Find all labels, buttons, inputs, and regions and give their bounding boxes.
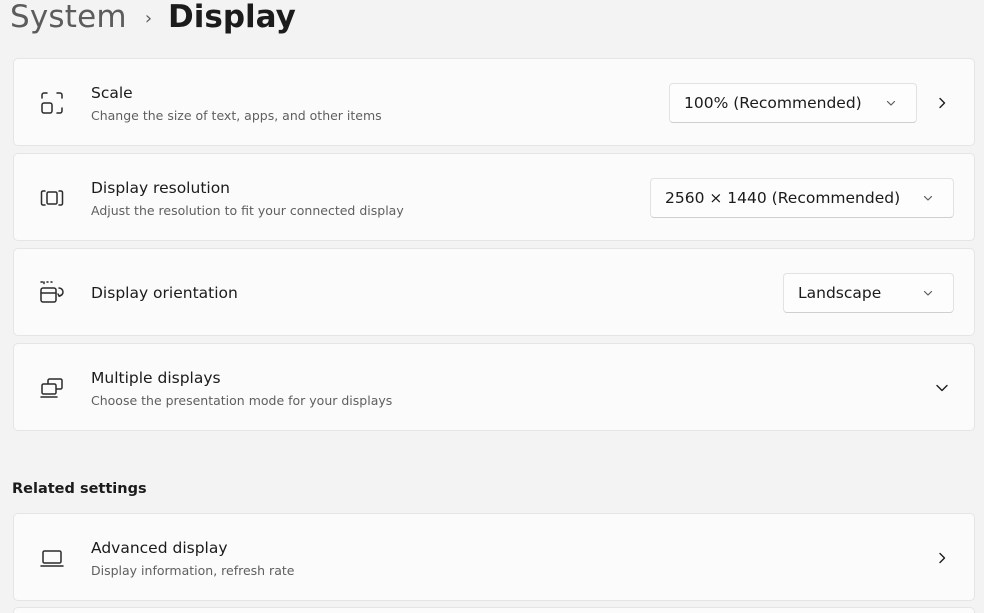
multiple-displays-card[interactable]: Multiple displays Choose the presentatio… (13, 343, 975, 431)
page-title: Display (168, 0, 296, 35)
chevron-right-icon[interactable] (935, 96, 949, 110)
multiple-displays-icon (36, 372, 68, 404)
breadcrumb-separator-icon: › (144, 7, 153, 29)
display-orientation-dropdown[interactable]: Landscape (783, 273, 954, 313)
multiple-displays-title: Multiple displays (91, 369, 221, 387)
display-resolution-dropdown-value: 2560 × 1440 (Recommended) (665, 189, 901, 207)
multiple-displays-subtitle: Choose the presentation mode for your di… (91, 393, 393, 408)
laptop-icon (36, 542, 68, 574)
chevron-down-icon (886, 100, 896, 106)
orientation-icon (36, 277, 68, 309)
scale-dropdown-value: 100% (Recommended) (684, 94, 862, 112)
scale-icon (36, 87, 68, 119)
scale-card: Scale Change the size of text, apps, and… (13, 58, 975, 146)
advanced-display-card[interactable]: Advanced display Display information, re… (13, 513, 975, 601)
display-resolution-card: Display resolution Adjust the resolution… (13, 153, 975, 241)
chevron-right-icon (939, 552, 946, 564)
display-resolution-title: Display resolution (91, 179, 231, 197)
scale-dropdown[interactable]: 100% (Recommended) (669, 83, 917, 123)
chevron-down-icon (923, 290, 933, 296)
chevron-down-icon[interactable] (934, 380, 950, 396)
display-orientation-dropdown-value: Landscape (798, 284, 882, 302)
scale-title: Scale (91, 84, 133, 102)
next-settings-card[interactable] (13, 607, 975, 613)
display-resolution-dropdown[interactable]: 2560 × 1440 (Recommended) (650, 178, 954, 218)
display-orientation-card: Display orientation Landscape (13, 248, 975, 336)
breadcrumb-system-link[interactable]: System (10, 0, 127, 35)
advanced-display-title: Advanced display (91, 539, 228, 557)
display-resolution-subtitle: Adjust the resolution to fit your connec… (91, 203, 404, 218)
resolution-icon (36, 182, 68, 214)
chevron-down-icon (923, 195, 933, 201)
settings-page: System › Display Scale Change the size o… (0, 0, 984, 613)
breadcrumb: System › Display (10, 0, 296, 41)
related-settings-heading: Related settings (12, 481, 147, 497)
advanced-display-subtitle: Display information, refresh rate (91, 563, 295, 578)
scale-subtitle: Change the size of text, apps, and other… (91, 108, 382, 123)
display-orientation-title: Display orientation (91, 284, 238, 302)
